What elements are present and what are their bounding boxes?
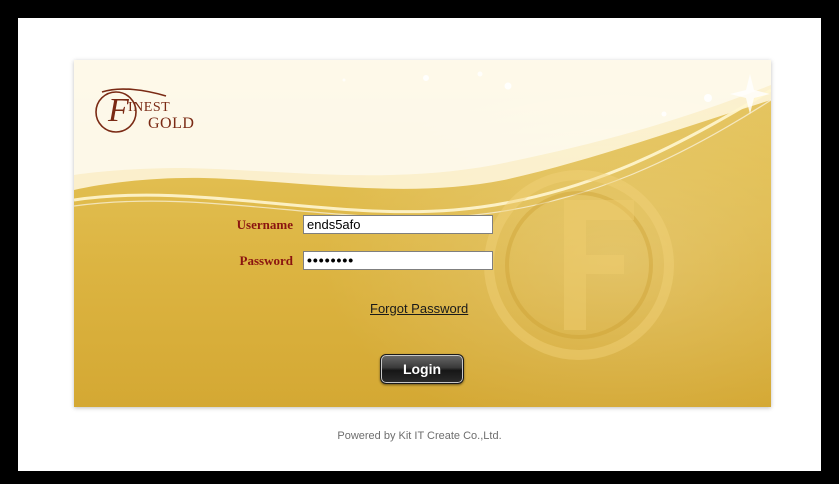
- login-page: F INEST GOLD Username ends5afo Password …: [18, 18, 821, 471]
- password-label: Password: [239, 252, 293, 268]
- login-button[interactable]: Login: [380, 354, 464, 384]
- password-row: Password ••••••••: [197, 251, 493, 270]
- powered-by-footer: Powered by Kit IT Create Co.,Ltd.: [337, 430, 502, 442]
- logo-line-1: INEST: [128, 100, 171, 115]
- username-label: Username: [236, 216, 293, 232]
- login-panel: F INEST GOLD Username ends5afo Password …: [74, 60, 771, 407]
- logo-initial: F: [108, 92, 129, 129]
- forgot-password-link[interactable]: Forgot Password: [370, 301, 468, 316]
- username-input[interactable]: ends5afo: [303, 215, 493, 234]
- username-row: Username ends5afo: [197, 215, 493, 234]
- finest-gold-logo: F INEST GOLD: [90, 82, 220, 142]
- password-input[interactable]: ••••••••: [303, 251, 493, 270]
- logo-line-2: GOLD: [148, 115, 195, 132]
